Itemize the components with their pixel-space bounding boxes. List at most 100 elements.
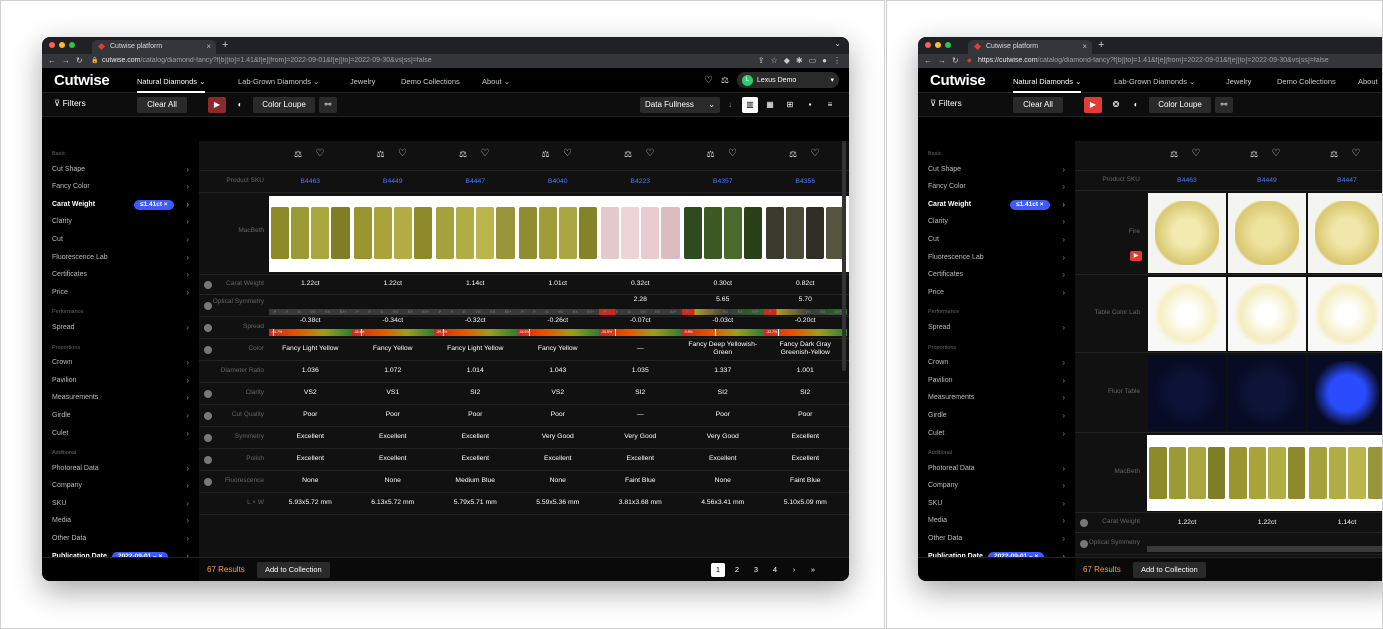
sidebar-item-media[interactable]: Media › xyxy=(918,512,1075,530)
tab-list-chevron-icon[interactable]: ⌄ xyxy=(834,39,841,48)
filters-toggle[interactable]: ⊽ Filters xyxy=(54,98,86,109)
sidebar-item-sku[interactable]: SKU › xyxy=(918,495,1075,513)
carat-filter-pill[interactable]: ≤1.41ct × xyxy=(134,199,174,210)
page-2[interactable]: 2 xyxy=(730,563,744,577)
reload-icon[interactable]: ↻ xyxy=(952,56,959,65)
filters-toggle[interactable]: ⊽ Filters xyxy=(930,98,962,109)
sidebar-item-girdle[interactable]: Girdle › xyxy=(42,407,199,425)
compare-scale-icon[interactable]: ⚖ xyxy=(291,149,305,160)
table-color-photo[interactable] xyxy=(1308,277,1382,351)
nav-natural-diamonds[interactable]: Natural Diamonds ⌄ xyxy=(137,77,206,93)
product-sku-link[interactable]: B4040 xyxy=(517,178,600,185)
sort-direction-icon[interactable]: ↓ xyxy=(724,97,736,113)
address-field-2[interactable]: https://cutwise.com/catalog/diamond-fanc… xyxy=(978,57,1382,64)
clear-all-button[interactable]: Clear All xyxy=(137,97,187,113)
sidebar-item-crown[interactable]: Crown › xyxy=(918,354,1075,372)
sidebar-item-cut-shape[interactable]: Cut Shape › xyxy=(918,161,1075,179)
next-page-icon[interactable]: › xyxy=(787,563,801,577)
product-sku-link[interactable]: B4447 xyxy=(1307,177,1382,184)
play-button[interactable]: ▶ xyxy=(1084,97,1102,113)
sidebar-item-certificates[interactable]: Certificates › xyxy=(918,266,1075,284)
sidebar-item-cut[interactable]: Cut › xyxy=(42,231,199,249)
sidebar-item-culet[interactable]: Culet › xyxy=(42,425,199,443)
favorite-heart-icon[interactable]: ♡ xyxy=(726,148,740,159)
macbeth-image[interactable] xyxy=(436,207,515,259)
favorite-heart-icon[interactable]: ♡ xyxy=(643,148,657,159)
sidebar-item-pavilion[interactable]: Pavilion › xyxy=(918,372,1075,390)
bookmark-star-icon[interactable]: ☆ xyxy=(771,56,778,65)
menu-kebab-icon[interactable]: ⋮ xyxy=(833,56,841,65)
sidepanel-icon[interactable]: ▭ xyxy=(809,56,817,65)
macbeth-image[interactable] xyxy=(1229,447,1305,499)
favorite-heart-icon[interactable]: ♡ xyxy=(561,148,575,159)
sidebar-item-fancy-color[interactable]: Fancy Color › xyxy=(42,178,199,196)
macbeth-image[interactable] xyxy=(683,207,762,259)
product-sku-link[interactable]: B4357 xyxy=(682,178,765,185)
macbeth-image[interactable] xyxy=(1149,447,1225,499)
contrast-icon[interactable]: ◐ xyxy=(231,97,249,113)
sidebar-item-certificates[interactable]: Certificates › xyxy=(42,266,199,284)
compare-scale-icon[interactable]: ⚖ xyxy=(1247,149,1261,160)
contrast-icon[interactable]: ◐ xyxy=(1127,97,1145,113)
macbeth-image[interactable] xyxy=(766,207,845,259)
sidebar-item-sku[interactable]: SKU › xyxy=(42,495,199,513)
browser-tab-2[interactable]: Cutwise platform × xyxy=(968,40,1092,54)
nav-lab-grown[interactable]: Lab-Grown Diamonds ⌄ xyxy=(1114,77,1195,86)
sidebar-item-price[interactable]: Price › xyxy=(918,284,1075,302)
close-tab-icon[interactable]: × xyxy=(206,42,211,51)
fire-photo[interactable] xyxy=(1308,193,1382,273)
ring-icon[interactable]: ⚯ xyxy=(1215,97,1233,113)
extension-icon[interactable]: ◆ xyxy=(784,56,790,65)
favorite-heart-icon[interactable]: ♡ xyxy=(1189,148,1203,159)
sidebar-item-photoreal-data[interactable]: Photoreal Data › xyxy=(918,460,1075,478)
new-tab-icon[interactable]: + xyxy=(222,39,228,51)
favorite-heart-icon[interactable]: ♡ xyxy=(1349,148,1363,159)
maximize-dot[interactable] xyxy=(945,42,951,48)
sidebar-item-fluorescence-lab[interactable]: Fluorescence Lab › xyxy=(42,249,199,267)
macbeth-image[interactable] xyxy=(518,207,597,259)
browser-tab[interactable]: Cutwise platform × xyxy=(92,40,216,54)
sidebar-item-fancy-color[interactable]: Fancy Color › xyxy=(918,178,1075,196)
sidebar-item-carat-weight[interactable]: Carat Weight ≤1.41ct × › xyxy=(918,196,1075,214)
play-video-icon[interactable]: ▶ xyxy=(1130,251,1142,261)
window-controls[interactable] xyxy=(49,42,75,48)
close-dot[interactable] xyxy=(925,42,931,48)
fire-photo[interactable] xyxy=(1228,193,1306,273)
sidebar-item-pavilion[interactable]: Pavilion › xyxy=(42,372,199,390)
macbeth-image[interactable] xyxy=(1309,447,1382,499)
sidebar-item-measurements[interactable]: Measurements › xyxy=(918,389,1075,407)
sidebar-item-cut-shape[interactable]: Cut Shape › xyxy=(42,161,199,179)
add-to-collection-button[interactable]: Add to Collection xyxy=(1133,562,1206,578)
sidebar-item-spread[interactable]: Spread › xyxy=(42,319,199,337)
compare-scale-icon[interactable]: ⚖ xyxy=(539,149,553,160)
page-1[interactable]: 1 xyxy=(711,563,725,577)
nav-about[interactable]: About xyxy=(1358,77,1378,86)
nav-demo-collections[interactable]: Demo Collections xyxy=(1277,77,1336,86)
compare-scale-icon[interactable]: ⚖ xyxy=(1167,149,1181,160)
close-dot[interactable] xyxy=(49,42,55,48)
compare-scale-icon[interactable]: ⚖ xyxy=(1327,149,1341,160)
maximize-dot[interactable] xyxy=(69,42,75,48)
cutwise-logo[interactable]: Cutwise xyxy=(54,72,110,89)
fire-photo[interactable] xyxy=(1148,193,1226,273)
fluor-table-photo[interactable] xyxy=(1308,355,1382,431)
favorite-heart-icon[interactable]: ♡ xyxy=(478,148,492,159)
back-icon[interactable]: ← xyxy=(48,56,56,65)
compare-scale-icon[interactable]: ⚖ xyxy=(374,149,388,160)
minimize-dot[interactable] xyxy=(59,42,65,48)
nav-natural-diamonds[interactable]: Natural Diamonds ⌄ xyxy=(1013,77,1082,93)
add-to-collection-button[interactable]: Add to Collection xyxy=(257,562,330,578)
sidebar-item-photoreal-data[interactable]: Photoreal Data › xyxy=(42,460,199,478)
favorite-heart-icon[interactable]: ♡ xyxy=(313,148,327,159)
reload-icon[interactable]: ↻ xyxy=(76,56,83,65)
fluor-table-photo[interactable] xyxy=(1228,355,1306,431)
view-list-icon[interactable]: ≡ xyxy=(822,97,838,113)
sidebar-item-price[interactable]: Price › xyxy=(42,284,199,302)
sidebar-item-spread[interactable]: Spread › xyxy=(918,319,1075,337)
sidebar-item-company[interactable]: Company › xyxy=(918,477,1075,495)
compare-scale-icon[interactable]: ⚖ xyxy=(704,149,718,160)
view-grid-icon[interactable]: ⊞ xyxy=(782,97,798,113)
window-controls-2[interactable] xyxy=(925,42,951,48)
macbeth-image[interactable] xyxy=(271,207,350,259)
view-grid-small-icon[interactable]: ▦ xyxy=(762,97,778,113)
